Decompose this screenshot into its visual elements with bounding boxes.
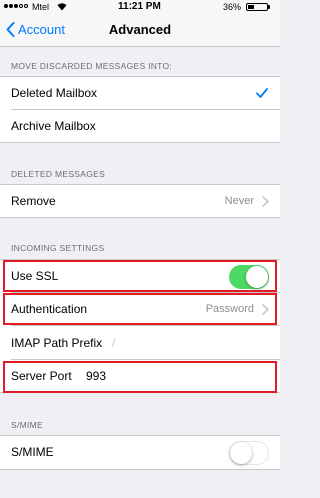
battery-fill	[248, 5, 255, 9]
imap-path-prefix-label: IMAP Path Prefix	[11, 336, 103, 350]
move-discarded-group: Deleted Mailbox Archive Mailbox	[0, 76, 280, 143]
option-archive-mailbox[interactable]: Archive Mailbox	[0, 110, 280, 143]
remove-label: Remove	[11, 194, 56, 208]
section-header-incoming-settings: INCOMING SETTINGS	[11, 243, 105, 253]
authentication-row[interactable]: Authentication Password	[0, 293, 280, 326]
authentication-label: Authentication	[11, 302, 88, 316]
smime-label: S/MIME	[11, 445, 54, 459]
option-deleted-mailbox-label: Deleted Mailbox	[11, 86, 98, 100]
battery-cap	[268, 5, 270, 9]
section-header-deleted-messages: DELETED MESSAGES	[11, 169, 106, 179]
battery-icon	[246, 3, 268, 11]
smime-group: S/MIME	[0, 435, 280, 470]
row-divider	[11, 325, 280, 326]
incoming-settings-group: Use SSL Authentication Password IMAP Pat…	[0, 259, 280, 393]
remove-row[interactable]: Remove Never	[0, 185, 280, 218]
smime-row: S/MIME	[0, 436, 280, 469]
chevron-right-icon	[262, 304, 269, 315]
page-title: Advanced	[108, 22, 172, 37]
toggle-knob	[230, 442, 252, 464]
option-deleted-mailbox[interactable]: Deleted Mailbox	[0, 77, 280, 110]
use-ssl-label: Use SSL	[11, 269, 59, 283]
signal-strength-icon	[4, 4, 28, 8]
option-archive-mailbox-label: Archive Mailbox	[11, 119, 96, 133]
remove-value: Never	[224, 195, 254, 207]
server-port-row: Server Port 993	[0, 360, 280, 393]
wifi-icon	[57, 3, 67, 11]
navigation-bar: Account Advanced	[0, 14, 280, 47]
checkmark-icon	[256, 88, 268, 98]
toggle-knob	[246, 266, 268, 288]
section-header-move-discarded: MOVE DISCARDED MESSAGES INTO:	[11, 61, 173, 71]
server-port-field[interactable]: 993	[86, 369, 106, 383]
section-header-smime: S/MIME	[11, 420, 44, 430]
server-port-label: Server Port	[11, 369, 72, 383]
status-bar: Mtel 11:21 PM 36%	[0, 0, 280, 14]
smime-toggle[interactable]	[229, 441, 269, 465]
chevron-right-icon	[262, 196, 269, 207]
authentication-value: Password	[205, 303, 254, 315]
use-ssl-toggle[interactable]	[229, 265, 269, 289]
use-ssl-row: Use SSL	[0, 260, 280, 293]
status-time: 11:21 PM	[118, 1, 161, 12]
imap-path-prefix-row: IMAP Path Prefix /	[0, 327, 280, 360]
battery-percentage: 36%	[223, 2, 242, 12]
carrier-name: Mtel	[32, 2, 50, 12]
deleted-messages-group: Remove Never	[0, 184, 280, 218]
imap-path-prefix-field[interactable]: /	[112, 336, 115, 350]
